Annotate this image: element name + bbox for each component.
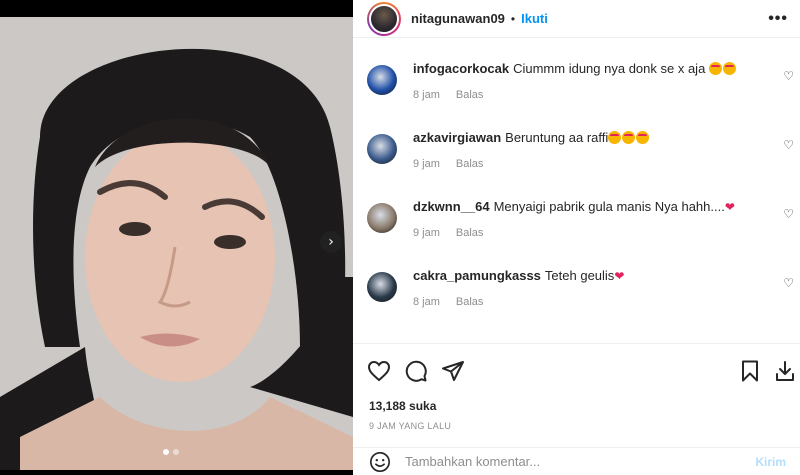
bookmark-icon[interactable]	[738, 359, 762, 383]
carousel-indicator	[163, 449, 179, 455]
heart-eyes-emoji-icon	[622, 131, 636, 144]
comment-like-icon[interactable]: ♡	[783, 69, 794, 83]
portrait-image	[0, 17, 353, 470]
comment-item: cakra_pamungkasss Teteh geulis❤ 8 jam Balas…	[353, 246, 800, 315]
commenter-username[interactable]: azkavirgiawan	[413, 130, 501, 145]
comment-like-icon[interactable]: ♡	[783, 207, 794, 221]
red-heart-emoji-icon: ❤	[724, 200, 735, 214]
comment-time: 8 jam	[413, 89, 440, 101]
heart-eyes-emoji-icon	[722, 62, 736, 75]
more-options-icon[interactable]: •••	[768, 10, 788, 28]
comment-body: cakra_pamungkasss Teteh geulis❤	[413, 267, 784, 285]
commenter-avatar[interactable]	[367, 134, 397, 164]
commenter-avatar[interactable]	[367, 272, 397, 302]
post-actions	[353, 355, 800, 387]
comment-like-icon[interactable]: ♡	[783, 276, 794, 290]
post-sidebar: nitagunawan09 • Ikuti ••• infogacorkocak…	[353, 0, 800, 475]
comment-body: azkavirgiawan Beruntung aa raffi	[413, 129, 784, 147]
reply-button[interactable]: Balas	[456, 296, 484, 308]
commenter-username[interactable]: infogacorkocak	[413, 61, 509, 76]
share-icon[interactable]	[441, 359, 465, 383]
comments-list: infogacorkocak Ciummm idung nya donk se x…	[353, 39, 800, 343]
post-media: ›	[0, 0, 353, 475]
carousel-dot	[173, 449, 179, 455]
heart-eyes-emoji-icon	[608, 131, 622, 144]
emoji-icon[interactable]	[369, 451, 391, 473]
comment-meta: 8 jam Balas	[413, 296, 784, 308]
commenter-username[interactable]: cakra_pamungkasss	[413, 268, 541, 283]
author-avatar[interactable]	[367, 1, 401, 36]
comment-text: Teteh geulis	[544, 268, 615, 283]
commenter-username[interactable]: dzkwnn__64	[413, 199, 490, 214]
reply-button[interactable]: Balas	[456, 158, 484, 170]
like-count[interactable]: 13,188 suka	[369, 399, 436, 413]
comment-meta: 9 jam Balas	[413, 227, 784, 239]
heart-eyes-emoji-icon	[636, 131, 650, 144]
section-divider	[353, 343, 800, 344]
comment-body: dzkwnn__64 Menyaigi pabrik gula manis Nya…	[413, 198, 784, 216]
red-heart-emoji-icon: ❤	[614, 269, 625, 283]
download-icon[interactable]	[773, 359, 797, 383]
follow-button[interactable]: Ikuti	[521, 11, 548, 26]
commenter-avatar[interactable]	[367, 203, 397, 233]
post-timestamp: 9 JAM YANG LALU	[369, 421, 452, 431]
next-media-button[interactable]: ›	[320, 231, 342, 253]
carousel-dot	[163, 449, 169, 455]
heart-eyes-emoji-icon	[708, 62, 722, 75]
like-icon[interactable]	[367, 359, 391, 383]
post-photo[interactable]	[0, 17, 353, 470]
comment-text: Ciummm idung nya donk se x aja	[513, 61, 709, 76]
comment-item: dzkwnn__64 Menyaigi pabrik gula manis Nya…	[353, 177, 800, 246]
chevron-right-icon: ›	[328, 234, 334, 250]
comment-item: azkavirgiawan Beruntung aa raffi 9 jam Bala…	[353, 108, 800, 177]
comment-time: 9 jam	[413, 227, 440, 239]
comment-meta: 8 jam Balas	[413, 89, 784, 101]
comment-meta: 9 jam Balas	[413, 158, 784, 170]
comment-icon[interactable]	[404, 359, 428, 383]
reply-button[interactable]: Balas	[456, 227, 484, 239]
comment-input[interactable]	[405, 454, 745, 469]
reply-button[interactable]: Balas	[456, 89, 484, 101]
commenter-avatar[interactable]	[367, 65, 397, 95]
comment-time: 8 jam	[413, 296, 440, 308]
post-comment-button[interactable]: Kirim	[755, 455, 786, 469]
comment-text: Beruntung aa raffi	[505, 130, 609, 145]
comment-like-icon[interactable]: ♡	[783, 138, 794, 152]
author-username[interactable]: nitagunawan09	[411, 11, 505, 26]
comment-item: infogacorkocak Ciummm idung nya donk se x…	[353, 39, 800, 108]
comment-time: 9 jam	[413, 158, 440, 170]
post-header: nitagunawan09 • Ikuti •••	[353, 0, 800, 38]
comment-body: infogacorkocak Ciummm idung nya donk se x…	[413, 60, 784, 78]
header-separator: •	[510, 11, 516, 26]
comment-text: Menyaigi pabrik gula manis Nya hahh....	[493, 199, 725, 214]
add-comment-bar: Kirim	[353, 447, 800, 475]
